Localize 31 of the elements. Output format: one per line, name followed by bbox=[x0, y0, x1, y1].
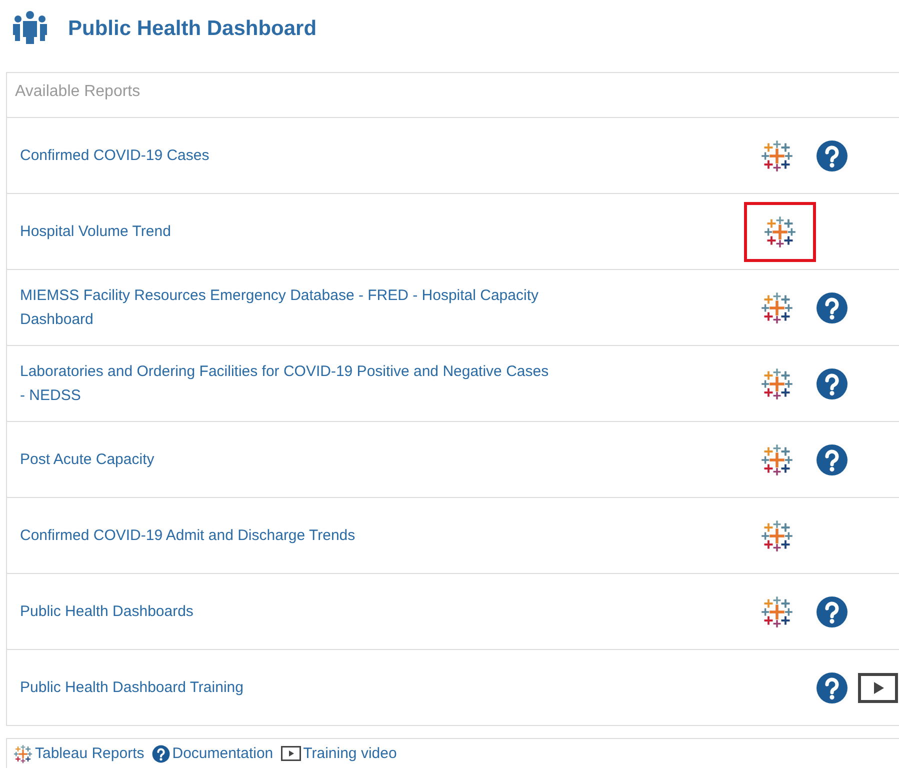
video-icon[interactable] bbox=[281, 746, 302, 761]
tableau-icon[interactable] bbox=[760, 138, 794, 172]
report-link[interactable]: Confirmed COVID-19 Cases bbox=[7, 144, 555, 168]
tableau-icon[interactable] bbox=[13, 744, 33, 764]
people-icon bbox=[12, 10, 48, 44]
tableau-icon[interactable] bbox=[760, 594, 794, 628]
tableau-icon[interactable] bbox=[760, 290, 794, 324]
help-icon[interactable] bbox=[816, 292, 848, 324]
tableau-icon[interactable] bbox=[760, 442, 794, 476]
help-icon[interactable] bbox=[816, 672, 848, 704]
report-link[interactable]: Post Acute Capacity bbox=[7, 448, 555, 472]
page-title: Public Health Dashboard bbox=[68, 17, 317, 41]
video-icon[interactable] bbox=[858, 672, 898, 702]
report-link[interactable]: Public Health Dashboard Training bbox=[7, 676, 555, 700]
help-icon[interactable] bbox=[816, 140, 848, 172]
legend-text: Tableau Reports bbox=[35, 745, 144, 762]
tableau-icon[interactable] bbox=[760, 518, 794, 552]
help-icon[interactable] bbox=[816, 596, 848, 628]
tableau-icon[interactable] bbox=[760, 366, 794, 400]
help-icon[interactable] bbox=[152, 744, 170, 762]
legend-text: Documentation bbox=[172, 745, 274, 762]
report-link[interactable]: Hospital Volume Trend bbox=[7, 220, 555, 244]
help-icon[interactable] bbox=[816, 444, 848, 476]
panel-heading: Available Reports bbox=[7, 73, 899, 118]
report-link[interactable]: Confirmed COVID-19 Admit and Discharge Trends bbox=[7, 524, 555, 548]
report-link[interactable]: Laboratories and Ordering Facilities for COVID-19 Positive and Negative Cases - NEDSS bbox=[7, 360, 555, 408]
report-link[interactable]: MIEMSS Facility Resources Emergency Database - FRED - Hospital Capacity Dashboard bbox=[7, 284, 555, 332]
tableau-icon[interactable] bbox=[763, 214, 797, 248]
legend-text: Training video bbox=[303, 745, 397, 762]
report-link[interactable]: Public Health Dashboards bbox=[7, 600, 555, 624]
help-icon[interactable] bbox=[816, 368, 848, 400]
